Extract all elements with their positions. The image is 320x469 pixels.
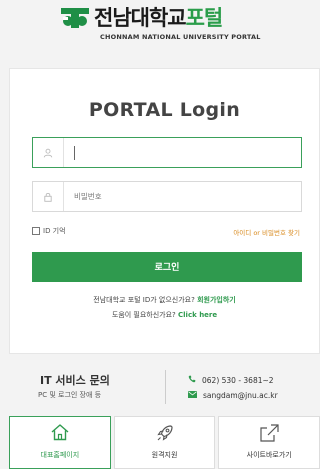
password-field[interactable]: [32, 181, 302, 212]
help-info: 도움이 필요하신가요? Click here: [10, 310, 319, 320]
external-link-icon: [258, 423, 280, 447]
menu-item-remote-support[interactable]: 원격지원: [113, 416, 216, 469]
signup-link[interactable]: 회원가입하기: [197, 296, 236, 304]
rocket-icon: [155, 423, 175, 447]
portal-logo[interactable]: 전남대학교포털: [60, 6, 223, 30]
signup-info: 전남대학교 포털 ID가 없으신가요? 회원가입하기: [10, 295, 319, 305]
user-icon: [33, 138, 64, 167]
portal-header: 전남대학교포털 CHONNAM NATIONAL UNIVERSITY PORT…: [0, 0, 320, 55]
find-id-password-link[interactable]: 아이디 or 비밀번호 찾기: [233, 227, 300, 237]
mail-icon: [188, 391, 197, 400]
phone-number: 062) 530 - 3681~2: [202, 375, 274, 385]
service-phone: 062) 530 - 3681~2: [188, 375, 274, 385]
login-title: PORTAL Login: [88, 99, 241, 121]
menu-item-site-shortcut[interactable]: 사이트바로가기: [218, 416, 320, 469]
login-card: PORTAL Login ID 기억 아이디 or 비밀번호 찾기 로그인 전남…: [9, 68, 320, 354]
menu-item-main-homepage[interactable]: 대표홈페이지: [9, 416, 111, 469]
bottom-menu: 대표홈페이지 원격지원 사이트바로가기: [9, 416, 320, 469]
remember-id[interactable]: ID 기억: [32, 226, 66, 236]
university-emblem-icon: [60, 6, 90, 30]
menu-item-label: 사이트바로가기: [246, 451, 292, 459]
help-prompt: 도움이 필요하신가요?: [111, 311, 176, 319]
email-address: sangdam@jnu.ac.kr: [203, 391, 278, 400]
service-title: IT 서비스 문의: [40, 374, 110, 387]
username-field[interactable]: [32, 137, 302, 168]
signup-prompt: 전남대학교 포털 ID가 없으신가요?: [93, 296, 195, 304]
logo-title: 전남대학교포털: [94, 6, 223, 30]
username-input[interactable]: [74, 145, 301, 160]
it-service-section: IT 서비스 문의 PC 및 로그인 장애 등 062) 530 - 3681~…: [0, 362, 320, 406]
login-button[interactable]: 로그인: [32, 252, 302, 282]
service-divider: [165, 370, 166, 404]
menu-item-label: 대표홈페이지: [40, 451, 80, 459]
help-link[interactable]: Click here: [178, 311, 217, 319]
phone-icon: [188, 375, 196, 385]
menu-item-label: 원격지원: [151, 451, 178, 459]
remember-id-label: ID 기억: [43, 227, 66, 235]
lock-icon: [33, 182, 64, 211]
service-subtitle: PC 및 로그인 장애 등: [38, 391, 102, 399]
service-email[interactable]: sangdam@jnu.ac.kr: [188, 391, 278, 400]
home-icon: [50, 423, 70, 445]
password-input[interactable]: [64, 182, 301, 211]
remember-id-checkbox[interactable]: [32, 227, 40, 235]
logo-subtitle: CHONNAM NATIONAL UNIVERSITY PORTAL: [100, 33, 261, 41]
